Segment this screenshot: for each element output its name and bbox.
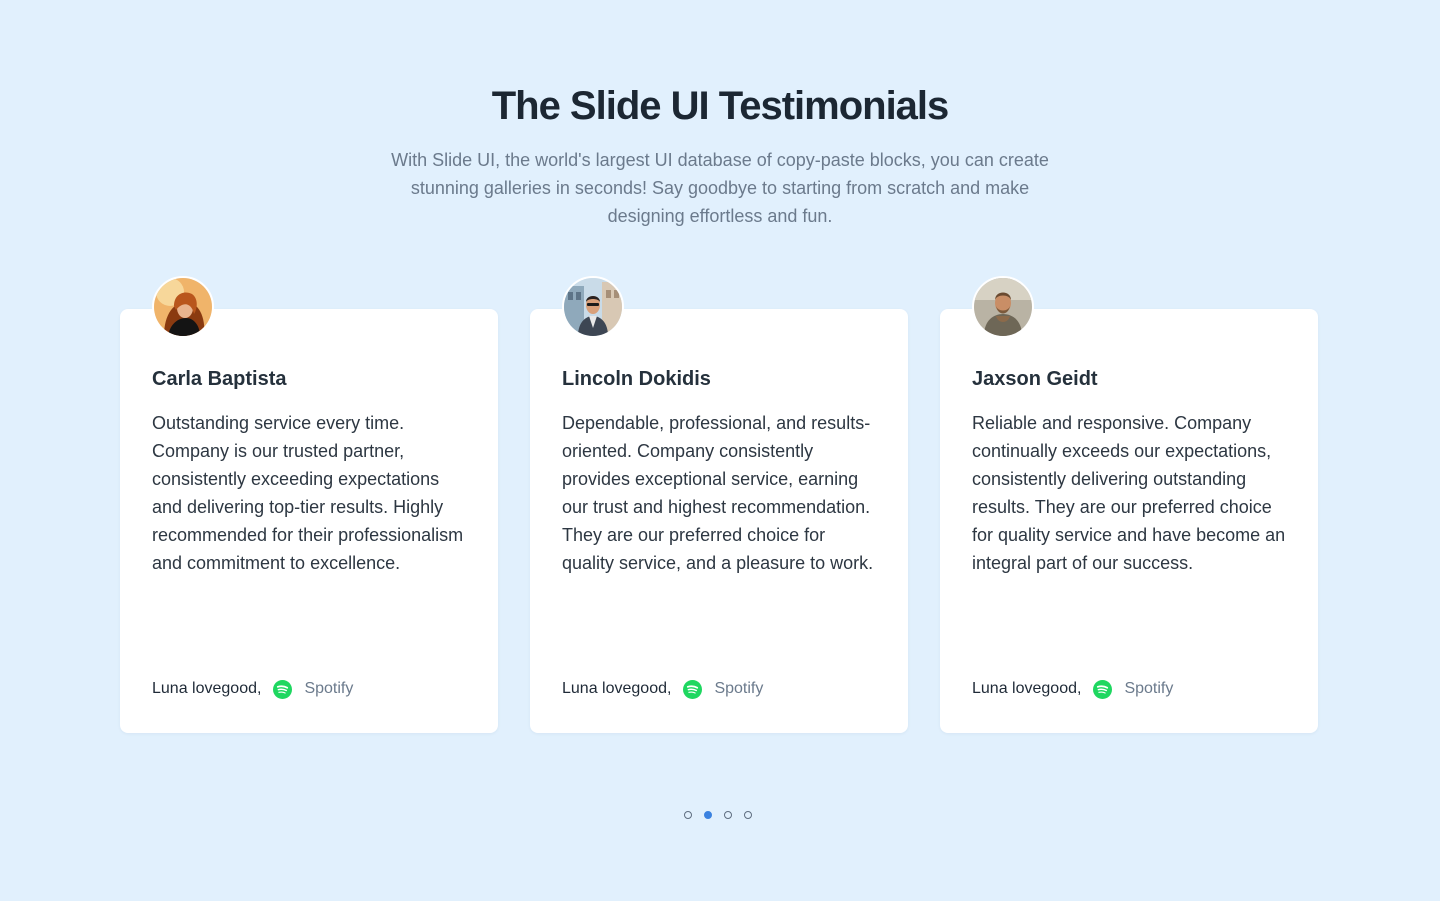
testimonial-footer: Luna lovegood, Spotify <box>152 677 353 701</box>
avatar <box>972 276 1034 338</box>
testimonial-quote: Dependable, professional, and results-or… <box>562 413 874 573</box>
testimonial-quote: Outstanding service every time. Company … <box>152 413 464 573</box>
testimonial-name: Jaxson Geidt <box>972 368 1098 390</box>
pagination-dot-4[interactable] <box>744 811 752 819</box>
testimonial-card: Jaxson Geidt Reliable and responsive. Co… <box>940 276 1318 733</box>
testimonial-card: Carla Baptista Outstanding service every… <box>120 276 498 733</box>
pagination-dot-3[interactable] <box>724 811 732 819</box>
pagination-dot-1[interactable] <box>684 811 692 819</box>
testimonial-card: Lincoln Dokidis Dependable, professional… <box>530 276 908 733</box>
pagination-dots <box>684 811 756 823</box>
testimonial-quote: Reliable and responsive. Company continu… <box>972 413 1286 573</box>
testimonials-section: The Slide UI Testimonials With Slide UI,… <box>0 0 1440 901</box>
company-name: Spotify <box>714 680 764 697</box>
testimonial-name: Carla Baptista <box>152 368 287 390</box>
spotify-icon <box>273 679 293 699</box>
testimonial-footer: Luna lovegood, Spotify <box>562 677 763 701</box>
avatar <box>562 276 624 338</box>
spotify-icon <box>683 679 703 699</box>
author-separator: , <box>256 680 262 697</box>
spotify-icon <box>1093 679 1113 699</box>
author-separator: , <box>666 680 672 697</box>
author-name: Luna lovegood <box>562 680 667 697</box>
pagination-dot-2[interactable] <box>704 811 712 819</box>
section-subtitle: With Slide UI, the world's largest UI da… <box>391 150 1049 226</box>
testimonial-name: Lincoln Dokidis <box>562 368 711 390</box>
testimonial-footer: Luna lovegood, Spotify <box>972 677 1173 701</box>
author-separator: , <box>1076 680 1082 697</box>
section-title: The Slide UI Testimonials <box>491 84 950 128</box>
author-name: Luna lovegood <box>152 680 257 697</box>
author-name: Luna lovegood <box>972 680 1077 697</box>
company-name: Spotify <box>1124 680 1174 697</box>
avatar <box>152 276 214 338</box>
testimonial-cards: Carla Baptista Outstanding service every… <box>120 276 1320 733</box>
company-name: Spotify <box>304 680 354 697</box>
